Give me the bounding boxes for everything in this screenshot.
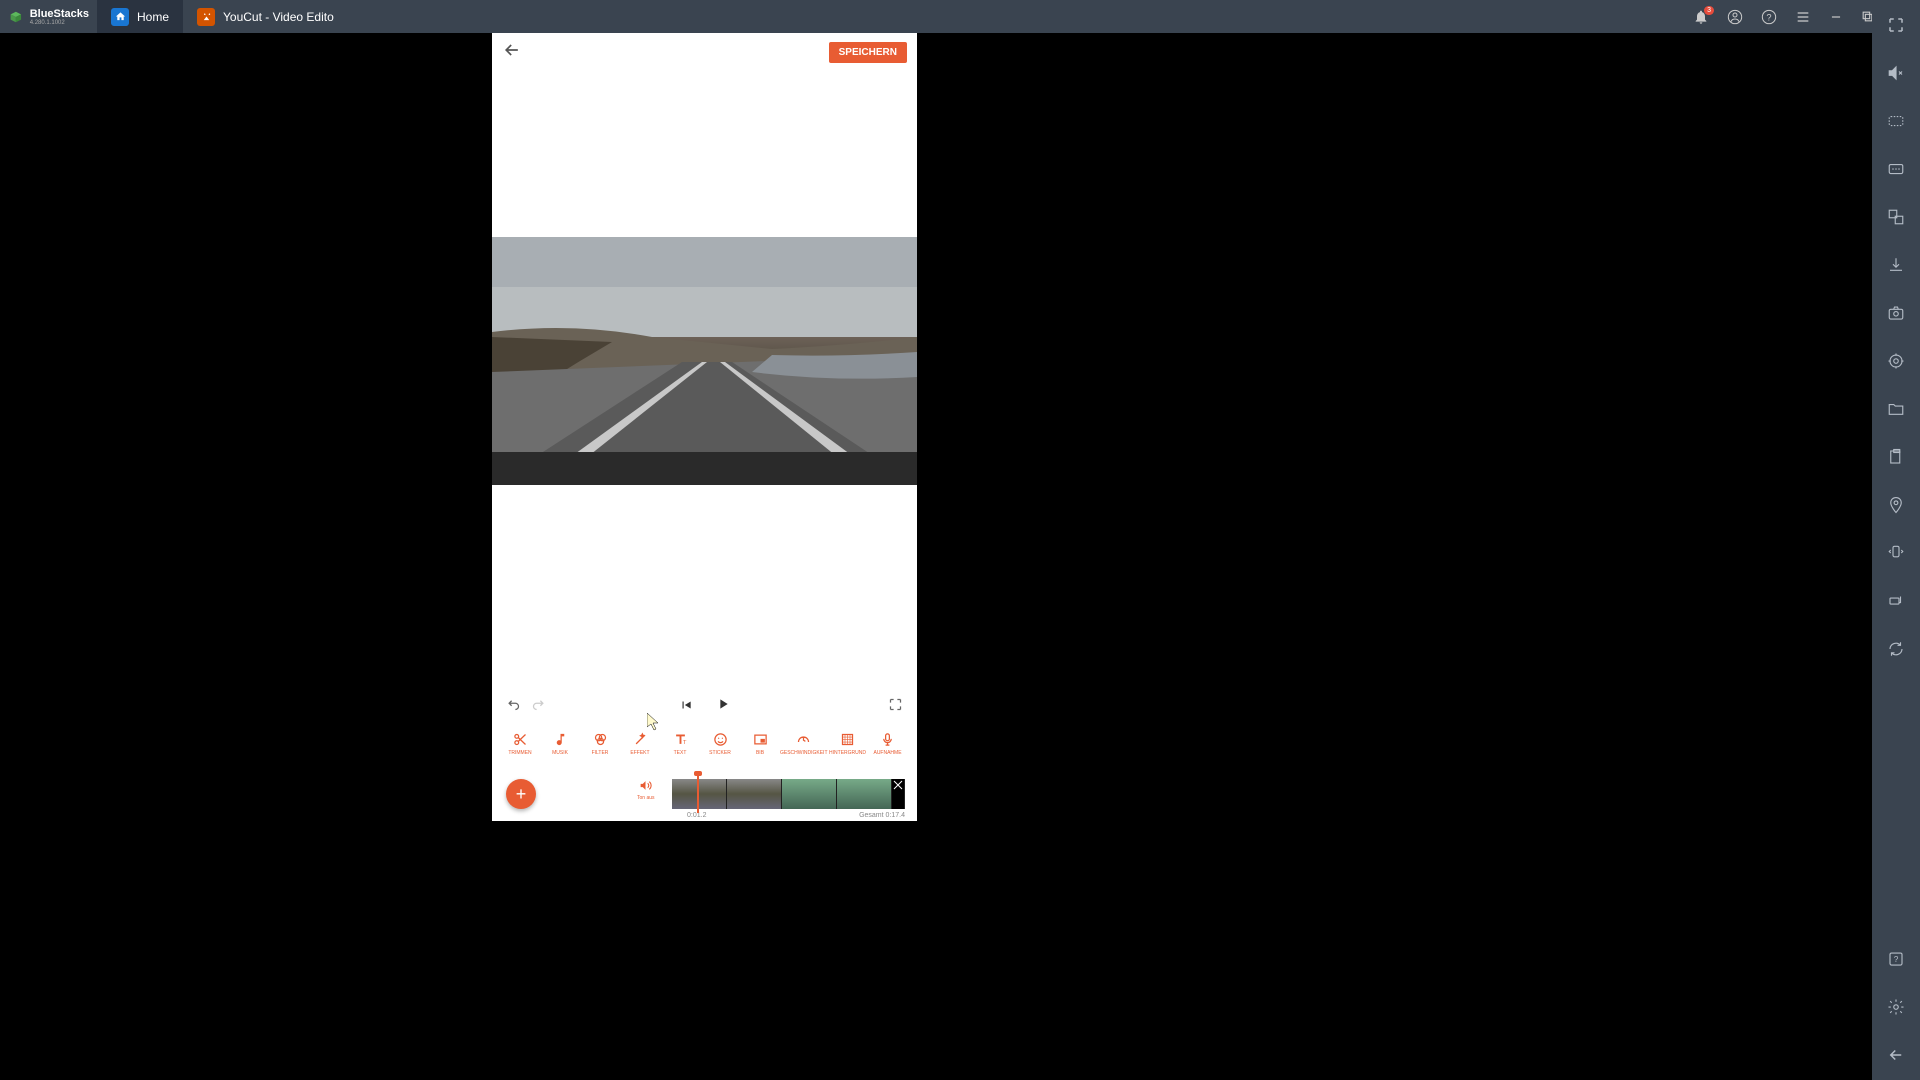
youcut-tab-icon	[197, 8, 215, 26]
volume-mute-icon[interactable]	[1885, 62, 1907, 84]
tool-effect[interactable]: EFFEKT	[620, 731, 660, 756]
tool-filter-label: FILTER	[592, 751, 609, 756]
timeline-times: 0:01.2 Gesamt 0:17.4	[492, 812, 917, 819]
screenshot-icon[interactable]	[1885, 302, 1907, 324]
tool-bg-label: HINTERGRUND	[829, 751, 866, 756]
current-time: 0:01.2	[687, 812, 706, 819]
audio-label: Ton aus	[637, 795, 655, 801]
tab-youcut[interactable]: YouCut - Video Edito	[183, 0, 348, 33]
rotate-icon[interactable]	[1885, 590, 1907, 612]
pattern-icon	[840, 731, 855, 749]
tool-record[interactable]: AUFNAHME	[868, 731, 908, 756]
emulator-version: 4.280.1.1002	[30, 20, 89, 26]
play-button[interactable]	[715, 696, 731, 717]
clipboard-icon[interactable]	[1885, 446, 1907, 468]
timeline-area: + Ton aus 0:01.2 Gesamt 0:17.4	[492, 771, 917, 821]
sync-icon[interactable]	[1885, 638, 1907, 660]
tab-youcut-label: YouCut - Video Edito	[223, 10, 334, 24]
shake-icon[interactable]	[1885, 542, 1907, 564]
toggle-audio-button[interactable]: Ton aus	[637, 779, 655, 801]
tool-pip-label: BIB	[756, 751, 764, 756]
help-icon[interactable]: ?	[1761, 9, 1777, 25]
emulator-title-bar: BlueStacks 4.280.1.1002 Home YouCut - Vi…	[0, 0, 1920, 33]
text-icon: T	[673, 731, 688, 749]
tool-trim-label: TRIMMEN	[508, 751, 531, 756]
tab-bar: Home YouCut - Video Edito	[97, 0, 348, 33]
emulator-viewport: SPEICHERN	[0, 33, 1872, 1080]
magic-wand-icon	[633, 731, 648, 749]
emulator-name: BlueStacks	[30, 8, 89, 20]
svg-text:T: T	[683, 740, 687, 746]
tool-pip[interactable]: BIB	[740, 731, 780, 756]
emulator-sidebar: ?	[1872, 0, 1920, 1080]
multi-instance-icon[interactable]	[1885, 206, 1907, 228]
timeline-playhead[interactable]	[697, 775, 699, 813]
tool-sticker-label: STICKER	[709, 751, 731, 756]
keymap-icon[interactable]	[1885, 110, 1907, 132]
video-preview[interactable]	[492, 237, 917, 485]
svg-text:?: ?	[1766, 12, 1771, 22]
timeline-thumbnail	[837, 779, 892, 809]
tool-sticker[interactable]: STICKER	[700, 731, 740, 756]
speedometer-icon	[796, 731, 811, 749]
timeline-track[interactable]	[672, 779, 905, 809]
playback-controls	[492, 691, 917, 721]
feedback-icon[interactable]: ?	[1885, 948, 1907, 970]
music-note-icon	[553, 731, 568, 749]
tool-music[interactable]: MUSIK	[540, 731, 580, 756]
pip-icon	[753, 731, 768, 749]
back-nav-icon[interactable]	[1885, 1044, 1907, 1066]
tool-trim[interactable]: TRIMMEN	[500, 731, 540, 756]
notifications-icon[interactable]: 3	[1693, 9, 1709, 25]
timeline-end-marker	[892, 779, 905, 809]
lock-cursor-icon[interactable]	[1885, 350, 1907, 372]
account-icon[interactable]	[1727, 9, 1743, 25]
tool-text[interactable]: T TEXT	[660, 731, 700, 756]
timeline-thumbnail	[727, 779, 782, 809]
tool-effect-label: EFFEKT	[630, 751, 649, 756]
location-icon[interactable]	[1885, 494, 1907, 516]
tab-home[interactable]: Home	[97, 0, 183, 33]
macro-icon[interactable]	[1885, 158, 1907, 180]
bluestacks-logo-icon	[8, 7, 24, 27]
svg-text:?: ?	[1894, 955, 1899, 964]
timeline-thumbnail	[672, 779, 727, 809]
redo-button	[531, 697, 546, 716]
tool-speed-label: GESCHWINDIGKEIT	[780, 751, 828, 756]
tool-volume[interactable]: LAUTST	[908, 731, 917, 756]
tool-text-label: TEXT	[674, 751, 687, 756]
save-button[interactable]: SPEICHERN	[829, 42, 907, 63]
fullscreen-icon[interactable]	[1885, 14, 1907, 36]
fullscreen-preview-button[interactable]	[888, 697, 903, 716]
tool-music-label: MUSIK	[552, 751, 568, 756]
hamburger-menu-icon[interactable]	[1795, 9, 1811, 25]
smiley-icon	[713, 731, 728, 749]
settings-icon[interactable]	[1885, 996, 1907, 1018]
bluestacks-logo-area: BlueStacks 4.280.1.1002	[0, 0, 97, 33]
undo-button[interactable]	[506, 697, 521, 716]
tool-background[interactable]: HINTERGRUND	[828, 731, 868, 756]
add-clip-button[interactable]: +	[506, 779, 536, 809]
microphone-icon	[880, 731, 895, 749]
scissors-icon	[513, 731, 528, 749]
install-apk-icon[interactable]	[1885, 254, 1907, 276]
tool-speed[interactable]: GESCHWINDIGKEIT	[780, 731, 828, 756]
notification-count: 3	[1704, 6, 1714, 15]
filter-icon	[593, 731, 608, 749]
skip-back-button[interactable]	[679, 698, 693, 715]
app-header: SPEICHERN	[492, 33, 917, 71]
tool-record-label: AUFNAHME	[873, 751, 901, 756]
tool-toolbar: TRIMMEN MUSIK FILTER EFFEKT T TEXT STICK…	[492, 724, 917, 762]
audio-icon	[639, 779, 652, 795]
tab-home-label: Home	[137, 10, 169, 24]
timeline-thumbnail	[782, 779, 837, 809]
tool-filter[interactable]: FILTER	[580, 731, 620, 756]
youcut-app-window: SPEICHERN	[492, 33, 917, 821]
home-tab-icon	[111, 8, 129, 26]
media-folder-icon[interactable]	[1885, 398, 1907, 420]
app-back-button[interactable]	[502, 40, 522, 65]
total-time: Gesamt 0:17.4	[859, 812, 905, 819]
minimize-button[interactable]	[1829, 10, 1843, 24]
